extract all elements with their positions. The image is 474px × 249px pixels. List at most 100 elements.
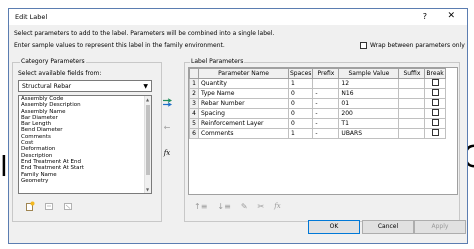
cell-name[interactable]: Type Name [198,88,289,99]
cell-sample[interactable]: 01 [338,98,400,109]
move-up-icon[interactable]: ↑≡ [194,202,207,211]
delete-parameter-icon[interactable] [62,200,73,211]
cell-spaces[interactable]: 0 [287,108,314,119]
row-number-header [189,68,199,79]
move-down-icon[interactable]: ↓≡ [217,202,230,211]
select-fields-label: Select available fields from: [18,70,102,77]
row-number[interactable]: 2 [189,88,199,99]
scroll-thumb[interactable] [146,105,150,175]
table-row[interactable]: 5 Reinforcement Layer 0- T1 [189,118,446,129]
row-number[interactable]: 5 [189,118,199,129]
cell-spaces[interactable]: 0 [287,98,314,109]
break-checkbox[interactable] [431,119,439,126]
column-header-sample-value[interactable]: Sample Value [338,68,400,79]
label-parameters-table: Parameter Name Spaces Prefix Sample Valu… [189,68,446,139]
table-row[interactable]: 6 Comments 1- UBARS [189,128,446,139]
cell-break[interactable] [424,78,446,89]
remove-parameter-icon[interactable]: ← [162,122,173,133]
column-header-parameter-name[interactable]: Parameter Name [198,68,289,79]
cell-prefix[interactable]: - [312,98,340,109]
label-parameters-heading: Label Parameters [190,58,245,65]
row-number[interactable]: 6 [189,128,199,139]
cell-break[interactable] [424,98,446,109]
available-fields-list[interactable]: ▲ ▼ Assembly Code Assembly Description Ass… [18,95,152,194]
category-select[interactable]: Structural Rebar ▼ [18,80,152,92]
cancel-button[interactable]: Cancel [362,220,414,234]
help-button[interactable]: ? [423,12,427,21]
cell-name[interactable]: Spacing [198,108,289,119]
cell-suffix[interactable] [398,78,426,89]
cell-suffix[interactable] [398,98,426,109]
cell-sample[interactable]: T1 [338,118,400,129]
chevron-down-icon: ▼ [143,83,148,90]
table-row[interactable]: 2 Type Name 0- N16 [189,88,446,99]
wrap-checkbox[interactable] [360,42,367,49]
column-header-suffix[interactable]: Suffix [398,68,426,79]
order-tools: ↑≡ ↓≡ ✎ ✂ fx [194,202,281,211]
new-parameter-icon[interactable] [24,200,35,211]
cell-prefix[interactable] [312,78,340,89]
background-text-fragment: l [0,150,8,183]
cell-sample[interactable]: UBARS [338,128,400,139]
cell-name[interactable]: Comments [198,128,289,139]
column-header-break[interactable]: Break [424,68,446,79]
row-number[interactable]: 4 [189,108,199,119]
cell-suffix[interactable] [398,88,426,99]
cell-suffix[interactable] [398,108,426,119]
cell-break[interactable] [424,128,446,139]
cell-break[interactable] [424,118,446,129]
close-button[interactable]: ✕ [447,11,455,21]
edit-label-param-icon[interactable]: ✎ [241,202,248,211]
wrap-option[interactable]: Wrap between parameters only [360,42,465,49]
apply-button[interactable]: Apply [414,220,466,234]
wrap-label: Wrap between parameters only [370,42,465,49]
cell-sample[interactable]: 12 [338,78,400,89]
table-row[interactable]: 4 Spacing 0-200 [189,108,446,119]
instruction-line-1: Select parameters to add to the label. P… [14,30,275,37]
scroll-down-icon[interactable]: ▼ [146,187,149,192]
cell-sample[interactable]: 200 [338,108,400,119]
cell-name[interactable]: Quantity [198,78,289,89]
field-tools [24,200,73,211]
instruction-line-2: Enter sample values to represent this la… [14,42,225,49]
ok-button[interactable]: OK [308,220,360,234]
cell-name[interactable]: Rebar Number [198,98,289,109]
cell-spaces[interactable]: 1 [287,78,314,89]
scroll-up-icon[interactable]: ▲ [146,97,149,102]
cell-spaces[interactable]: 1 [287,128,314,139]
break-checkbox[interactable] [431,109,439,116]
cell-spaces[interactable]: 0 [287,88,314,99]
break-checkbox[interactable] [431,99,439,106]
cell-prefix[interactable]: - [312,128,340,139]
add-parameter-icon[interactable] [162,97,173,108]
cell-name[interactable]: Reinforcement Layer [198,118,289,129]
cell-break[interactable] [424,88,446,99]
category-parameters-heading: Category Parameters [20,58,86,65]
break-checkbox[interactable] [431,129,439,136]
dialog-title: Edit Label [15,13,48,21]
break-checkbox[interactable] [431,79,439,86]
column-header-spaces[interactable]: Spaces [287,68,314,79]
table-row[interactable]: 3 Rebar Number 0-01 [189,98,446,109]
fx-label-param-icon[interactable]: fx [274,202,281,211]
row-number[interactable]: 1 [189,78,199,89]
field-list-item[interactable]: Geometry [19,178,151,184]
break-checkbox[interactable] [431,89,439,96]
cell-suffix[interactable] [398,118,426,129]
cell-sample[interactable]: N16 [338,88,400,99]
cell-prefix[interactable]: - [312,118,340,129]
delete-label-param-icon[interactable]: ✂ [258,202,265,211]
cell-break[interactable] [424,108,446,119]
title-bar: Edit Label ? ✕ [9,9,467,25]
column-header-prefix[interactable]: Prefix [312,68,340,79]
table-row[interactable]: 1 Quantity 1 12 [189,78,446,89]
cell-spaces[interactable]: 0 [287,118,314,129]
cell-prefix[interactable]: - [312,108,340,119]
row-number[interactable]: 3 [189,98,199,109]
label-parameters-grid[interactable]: Parameter Name Spaces Prefix Sample Valu… [188,67,458,195]
fields-scrollbar[interactable]: ▲ ▼ [144,96,151,193]
cell-suffix[interactable] [398,128,426,139]
edit-parameter-icon[interactable] [43,200,54,211]
cell-prefix[interactable]: - [312,88,340,99]
fx-icon[interactable]: fx [162,147,173,158]
